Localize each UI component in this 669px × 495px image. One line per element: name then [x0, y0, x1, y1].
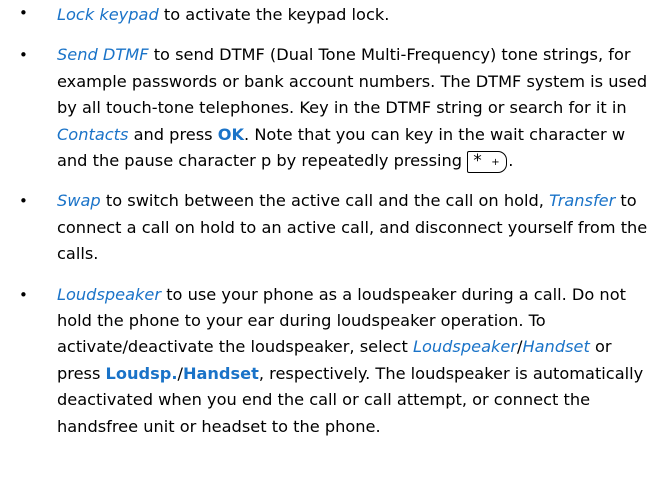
- menu-option-reference: Send DTMF: [57, 45, 149, 65]
- menu-option-reference: Lock keypad: [57, 5, 159, 24]
- menu-option-reference: Loudspeaker: [57, 284, 162, 304]
- body-text: to activate the keypad lock.: [158, 5, 390, 24]
- list-item-loudspeaker: • Loudspeaker to use your phone as a loud…: [0, 282, 669, 440]
- list-item-lock-keypad: • Lock keypad to activate the keypad lock…: [0, 0, 669, 28]
- body-text: to switch between the active call and th…: [100, 191, 550, 211]
- option-list: • Lock keypad to activate the keypad lock…: [0, 0, 669, 440]
- softkey-reference: OK: [217, 124, 245, 144]
- bullet-icon: •: [19, 285, 28, 304]
- menu-option-reference: Loudspeaker: [412, 337, 517, 357]
- manual-page: • Lock keypad to activate the keypad lock…: [0, 0, 669, 495]
- bullet-icon: •: [19, 46, 28, 65]
- menu-option-reference: Contacts: [57, 124, 129, 144]
- menu-option-reference: Swap: [57, 191, 101, 211]
- body-text: .: [508, 151, 514, 171]
- softkey-reference: Loudsp.: [105, 363, 178, 383]
- menu-option-reference: Handset: [522, 337, 590, 357]
- bullet-icon: •: [19, 4, 28, 22]
- menu-option-reference: Transfer: [549, 191, 616, 211]
- body-text: and press: [128, 124, 218, 144]
- list-item-send-dtmf: • Send DTMF to send DTMF (Dual Tone Multi…: [0, 42, 669, 174]
- bullet-icon: •: [19, 192, 28, 211]
- softkey-reference: Handset: [182, 363, 259, 383]
- star-key-icon: * +: [467, 151, 508, 174]
- list-item-swap: • Swap to switch between the active call …: [0, 188, 669, 267]
